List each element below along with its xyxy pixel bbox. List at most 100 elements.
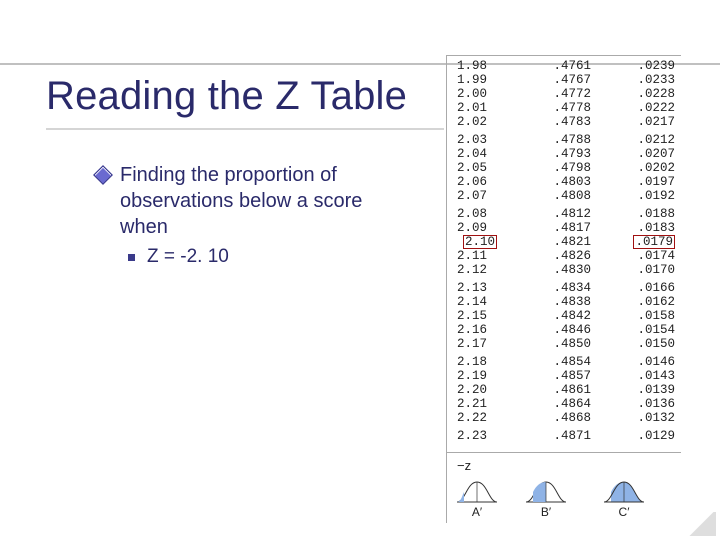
footer-curves: A′ B′ bbox=[447, 477, 681, 519]
table-row: 2.13.4834.0166 bbox=[447, 282, 681, 296]
z-cell-b: .4857 bbox=[513, 370, 597, 383]
z-cell-c: .0154 bbox=[597, 324, 681, 337]
table-row: 2.09.4817.0183 bbox=[447, 222, 681, 236]
z-cell-c: .0233 bbox=[597, 74, 681, 87]
z-cell-c: .0222 bbox=[597, 102, 681, 115]
z-table: 1.98.4761.02391.99.4767.02332.00.4772.02… bbox=[446, 55, 681, 523]
z-cell-b: .4871 bbox=[513, 430, 597, 443]
table-row: 2.21.4864.0136 bbox=[447, 398, 681, 412]
z-cell-z: 2.04 bbox=[447, 148, 513, 161]
z-cell-b: .4821 bbox=[513, 236, 597, 249]
z-cell-c: .0212 bbox=[597, 134, 681, 147]
z-cell-c: .0143 bbox=[597, 370, 681, 383]
z-cell-z: 2.17 bbox=[447, 338, 513, 351]
z-cell-c: .0150 bbox=[597, 338, 681, 351]
z-cell-c: .0228 bbox=[597, 88, 681, 101]
z-cell-z: 2.22 bbox=[447, 412, 513, 425]
slide: Reading the Z Table Finding the proporti… bbox=[0, 0, 720, 540]
table-row: 1.98.4761.0239 bbox=[447, 60, 681, 74]
z-highlight-box: .0179 bbox=[633, 235, 675, 249]
z-cell-b: .4842 bbox=[513, 310, 597, 323]
sub-bullet-row: Z = -2. 10 bbox=[128, 246, 396, 268]
title-underline bbox=[46, 128, 444, 130]
z-table-group: 1.98.4761.02391.99.4767.02332.00.4772.02… bbox=[447, 60, 681, 130]
z-cell-z: 2.14 bbox=[447, 296, 513, 309]
square-bullet-icon bbox=[128, 254, 135, 261]
body-text-block: Finding the proportion of observations b… bbox=[96, 162, 396, 268]
z-cell-b: .4861 bbox=[513, 384, 597, 397]
z-cell-b: .4772 bbox=[513, 88, 597, 101]
z-cell-b: .4798 bbox=[513, 162, 597, 175]
z-cell-c: .0197 bbox=[597, 176, 681, 189]
bell-curve-icon bbox=[602, 478, 646, 504]
table-row: 1.99.4767.0233 bbox=[447, 74, 681, 88]
table-row: 2.05.4798.0202 bbox=[447, 162, 681, 176]
z-cell-c: .0207 bbox=[597, 148, 681, 161]
z-cell-c: .0139 bbox=[597, 384, 681, 397]
table-row: 2.02.4783.0217 bbox=[447, 116, 681, 130]
z-cell-z: 2.15 bbox=[447, 310, 513, 323]
z-cell-c: .0188 bbox=[597, 208, 681, 221]
z-table-body: 1.98.4761.02391.99.4767.02332.00.4772.02… bbox=[447, 56, 681, 452]
table-row: 2.08.4812.0188 bbox=[447, 208, 681, 222]
minus-z-label: −z bbox=[447, 459, 681, 473]
sub-bullet-text: Z = -2. 10 bbox=[147, 246, 229, 268]
z-cell-z: 1.99 bbox=[447, 74, 513, 87]
z-cell-z: 2.02 bbox=[447, 116, 513, 129]
z-table-group: 2.13.4834.01662.14.4838.01622.15.4842.01… bbox=[447, 282, 681, 352]
z-cell-z: 2.11 bbox=[447, 250, 513, 263]
z-cell-c: .0146 bbox=[597, 356, 681, 369]
z-cell-z: 2.05 bbox=[447, 162, 513, 175]
table-row: 2.10.4821 .0179 bbox=[447, 236, 681, 250]
z-cell-b: .4838 bbox=[513, 296, 597, 309]
z-cell-z: 1.98 bbox=[447, 60, 513, 73]
z-cell-b: .4783 bbox=[513, 116, 597, 129]
z-cell-b: .4793 bbox=[513, 148, 597, 161]
table-row: 2.07.4808.0192 bbox=[447, 190, 681, 204]
z-table-group: 2.08.4812.01882.09.4817.01832.10.4821.01… bbox=[447, 208, 681, 278]
z-cell-c: .0217 bbox=[597, 116, 681, 129]
z-cell-b: .4767 bbox=[513, 74, 597, 87]
z-cell-b: .4812 bbox=[513, 208, 597, 221]
bullet-row: Finding the proportion of observations b… bbox=[96, 162, 396, 240]
z-cell-c: .0183 bbox=[597, 222, 681, 235]
z-table-group: 2.23.4871.0129 bbox=[447, 430, 681, 444]
table-row: 2.16.4846.0154 bbox=[447, 324, 681, 338]
z-cell-z: 2.21 bbox=[447, 398, 513, 411]
z-cell-b: .4868 bbox=[513, 412, 597, 425]
z-cell-c: .0174 bbox=[597, 250, 681, 263]
table-row: 2.15.4842.0158 bbox=[447, 310, 681, 324]
z-cell-c: .0158 bbox=[597, 310, 681, 323]
table-row: 2.03.4788.0212 bbox=[447, 134, 681, 148]
z-cell-z: 2.16 bbox=[447, 324, 513, 337]
z-cell-c: .0166 bbox=[597, 282, 681, 295]
table-row: 2.20.4861.0139 bbox=[447, 384, 681, 398]
z-cell-z: 2.01 bbox=[447, 102, 513, 115]
curve-a: A′ bbox=[447, 477, 507, 519]
curve-b: B′ bbox=[507, 477, 585, 519]
z-cell-c: .0132 bbox=[597, 412, 681, 425]
z-table-group: 2.18.4854.01462.19.4857.01432.20.4861.01… bbox=[447, 356, 681, 426]
table-row: 2.00.4772.0228 bbox=[447, 88, 681, 102]
z-cell-b: .4854 bbox=[513, 356, 597, 369]
z-cell-b: .4778 bbox=[513, 102, 597, 115]
z-cell-b: .4761 bbox=[513, 60, 597, 73]
z-cell-z: 2.09 bbox=[447, 222, 513, 235]
bell-curve-icon bbox=[455, 478, 499, 504]
z-cell-c: .0179 bbox=[597, 236, 675, 249]
table-row: 2.11.4826.0174 bbox=[447, 250, 681, 264]
z-cell-z: 2.19 bbox=[447, 370, 513, 383]
z-cell-z: 2.13 bbox=[447, 282, 513, 295]
table-row: 2.18.4854.0146 bbox=[447, 356, 681, 370]
slide-title: Reading the Z Table bbox=[46, 74, 407, 119]
z-cell-c: .0162 bbox=[597, 296, 681, 309]
z-cell-z: 2.20 bbox=[447, 384, 513, 397]
table-row: 2.04.4793.0207 bbox=[447, 148, 681, 162]
z-cell-z: 2.03 bbox=[447, 134, 513, 147]
table-row: 2.22.4868.0132 bbox=[447, 412, 681, 426]
z-cell-z: 2.10 bbox=[447, 236, 513, 249]
z-cell-b: .4864 bbox=[513, 398, 597, 411]
z-cell-z: 2.23 bbox=[447, 430, 513, 443]
z-cell-c: .0192 bbox=[597, 190, 681, 203]
table-row: 2.01.4778.0222 bbox=[447, 102, 681, 116]
